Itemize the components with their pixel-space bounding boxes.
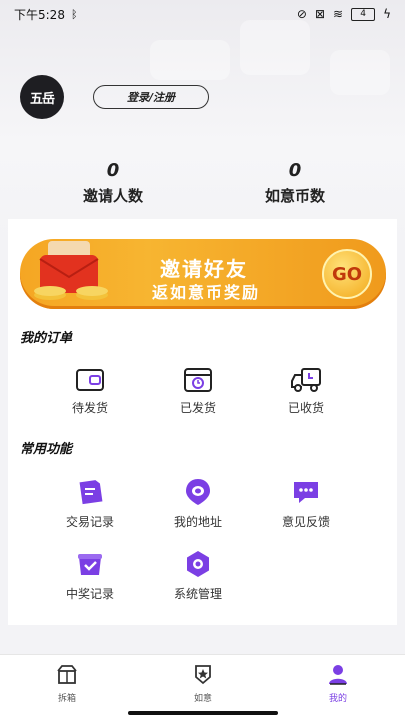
stat-value: 0	[106, 160, 120, 181]
function-label: 我的地址	[173, 515, 222, 529]
function-feedback[interactable]: 意见反馈	[256, 477, 356, 530]
stat-label: 如意币数	[264, 187, 325, 205]
function-system[interactable]: 系统管理	[148, 549, 248, 602]
header-decoration	[240, 20, 310, 75]
location-icon	[186, 479, 210, 505]
banner-subtitle: 返如意币奖励	[152, 283, 261, 302]
stat-value: 0	[288, 160, 302, 181]
stat-invites[interactable]: 0 邀请人数	[48, 160, 178, 206]
orders-title: 我的订单	[20, 331, 73, 346]
login-register-button[interactable]: 登录/注册	[93, 85, 209, 109]
header-decoration	[150, 40, 230, 80]
order-shipped[interactable]: 已发货	[148, 367, 248, 416]
battery-icon: 4	[351, 7, 376, 21]
banner-go-button[interactable]: GO	[322, 249, 372, 299]
tab-label: 拆箱	[57, 694, 76, 704]
header-decoration	[330, 50, 390, 95]
function-label: 中奖记录	[65, 587, 114, 601]
main-card: 邀请好友 返如意币奖励 GO 我的订单 待发货 已发货 已收货 常用功能 交易记…	[8, 219, 397, 625]
order-label: 已收货	[287, 401, 324, 415]
chat-icon	[294, 482, 318, 503]
status-bar: 下午5:28 ᛒ ⊘ ⊠ ≋ 4 ϟ	[0, 0, 405, 28]
stat-label: 邀请人数	[82, 187, 143, 205]
functions-title: 常用功能	[20, 442, 73, 457]
function-label: 交易记录	[65, 515, 114, 529]
tab-mine[interactable]: 我的	[308, 663, 368, 704]
tab-ruyi[interactable]: 如意	[173, 663, 233, 704]
avatar-text: 五岳	[29, 91, 55, 107]
order-received[interactable]: 已收货	[256, 367, 356, 416]
truck-icon	[291, 368, 321, 392]
hex-settings-icon	[187, 551, 209, 577]
bluetooth-icon: ᛒ	[70, 7, 78, 21]
wallet-icon	[76, 369, 104, 391]
avatar[interactable]: 五岳	[20, 75, 64, 119]
shield-star-icon	[195, 665, 211, 685]
charging-icon: ϟ	[383, 7, 391, 21]
box-icon	[57, 665, 77, 684]
prize-box-icon	[78, 554, 102, 575]
tab-label: 如意	[193, 694, 212, 704]
tab-label: 我的	[328, 694, 347, 704]
clock-box-icon	[184, 368, 212, 392]
user-icon	[329, 665, 347, 685]
status-time: 下午5:28	[14, 7, 65, 22]
red-envelope-icon	[34, 241, 108, 300]
function-label: 意见反馈	[281, 515, 330, 529]
function-address[interactable]: 我的地址	[148, 477, 248, 530]
tab-unbox[interactable]: 拆箱	[37, 663, 97, 704]
document-icon	[79, 480, 103, 505]
no-sim-icon: ⊠	[314, 7, 326, 21]
stat-coins[interactable]: 0 如意币数	[230, 160, 360, 206]
function-prizes[interactable]: 中奖记录	[40, 549, 140, 602]
alarm-off-icon: ⊘	[296, 7, 307, 21]
order-pending[interactable]: 待发货	[40, 367, 140, 416]
order-label: 待发货	[71, 401, 108, 415]
wifi-icon: ≋	[333, 7, 344, 21]
function-label: 系统管理	[173, 587, 222, 601]
invite-banner[interactable]: 邀请好友 返如意币奖励 GO	[20, 239, 386, 309]
home-indicator[interactable]	[128, 711, 278, 715]
banner-title: 邀请好友	[160, 257, 248, 281]
function-transactions[interactable]: 交易记录	[40, 477, 140, 530]
order-label: 已发货	[179, 401, 216, 415]
